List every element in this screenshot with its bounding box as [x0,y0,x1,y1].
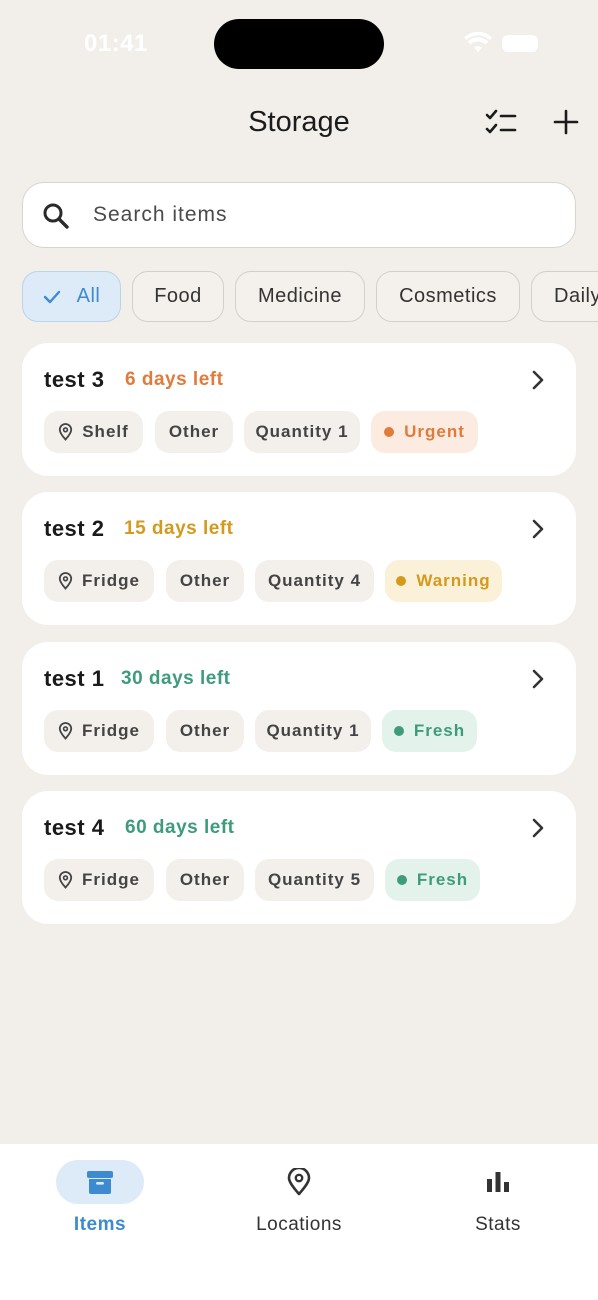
item-card[interactable]: test 3 6 days left Shelf Other Quantity … [22,343,576,476]
battery-icon [502,35,538,52]
tab-icon-wrap [255,1160,343,1204]
location-label: Fridge [82,721,140,740]
category-tag: Other [155,411,233,453]
location-label: Shelf [82,422,129,441]
days-left: 30 days left [121,668,231,689]
status-label: Warning [416,571,491,590]
tab-label: Items [73,1214,127,1235]
filter-chip-food[interactable]: Food [132,271,224,322]
category-tag: Other [166,710,244,752]
category-filter-bar: All Food Medicine Cosmetics Daily [22,271,598,323]
search-icon [43,203,69,229]
tab-label: Stats [475,1214,521,1235]
chevron-right-icon [532,370,544,390]
days-left: 60 days left [125,817,235,838]
chevron-right-icon [532,818,544,838]
quantity-tag: Quantity 5 [255,859,374,901]
item-name: test 4 [44,815,105,840]
filter-chip-label: Daily [554,285,598,307]
location-tag: Fridge [44,859,154,901]
status-bar: 01:41 [0,0,598,90]
checklist-icon[interactable] [484,108,518,138]
tab-bar: Items Locations Stats [0,1144,598,1300]
filter-chip-daily[interactable]: Daily [531,271,598,322]
item-name: test 1 [44,666,105,691]
map-pin-icon [58,572,73,590]
filter-chip-label: Food [154,285,202,307]
status-badge: Fresh [382,710,477,752]
item-card[interactable]: test 1 30 days left Fridge Other Quantit… [22,642,576,775]
status-dot [393,726,404,736]
filter-chip-cosmetics[interactable]: Cosmetics [376,271,520,322]
archive-box-icon [87,1171,113,1194]
tab-label: Locations [256,1214,342,1235]
tab-items[interactable]: Items [0,1160,200,1250]
status-label: Urgent [404,422,465,441]
tab-icon-wrap [454,1160,542,1204]
item-card[interactable]: test 4 60 days left Fridge Other Quantit… [22,791,576,924]
map-pin-icon [59,423,73,441]
status-dot [384,427,395,437]
quantity-tag: Quantity 1 [255,710,371,752]
map-pin-icon [58,722,73,740]
status-dot [396,576,407,586]
tab-locations[interactable]: Locations [199,1160,399,1250]
days-left: 6 days left [125,369,224,390]
search-input[interactable] [93,197,553,233]
wifi-icon [464,32,492,52]
status-dot [396,875,407,885]
category-tag: Other [166,859,244,901]
quantity-tag: Quantity 4 [255,560,374,602]
bar-chart-icon [487,1172,509,1192]
days-left: 15 days left [124,518,234,539]
item-card[interactable]: test 2 15 days left Fridge Other Quantit… [22,492,576,625]
tab-stats[interactable]: Stats [398,1160,598,1250]
location-label: Fridge [82,870,140,889]
location-label: Fridge [82,571,140,590]
status-label: Fresh [413,721,466,740]
filter-chip-label: Medicine [257,285,343,307]
status-badge: Warning [385,560,502,602]
status-badge: Urgent [371,411,478,453]
status-label: Fresh [416,870,469,889]
dynamic-island [214,19,384,69]
add-icon[interactable] [550,106,582,138]
map-pin-icon [287,1168,311,1196]
filter-chip-medicine[interactable]: Medicine [235,271,365,322]
item-name: test 2 [44,516,105,541]
status-time: 01:41 [84,30,148,57]
status-badge: Fresh [385,859,480,901]
chevron-right-icon [532,669,544,689]
location-tag: Fridge [44,560,154,602]
quantity-tag: Quantity 1 [244,411,360,453]
search-box[interactable] [22,182,576,248]
location-tag: Shelf [44,411,143,453]
chevron-right-icon [532,519,544,539]
filter-chip-all[interactable]: All [22,271,121,322]
location-tag: Fridge [44,710,154,752]
checkmark-icon [43,290,60,303]
item-name: test 3 [44,367,105,392]
filter-chip-label: All [76,285,101,307]
category-tag: Other [166,560,244,602]
filter-chip-label: Cosmetics [399,285,497,307]
map-pin-icon [58,871,73,889]
tab-icon-highlight [56,1160,144,1204]
